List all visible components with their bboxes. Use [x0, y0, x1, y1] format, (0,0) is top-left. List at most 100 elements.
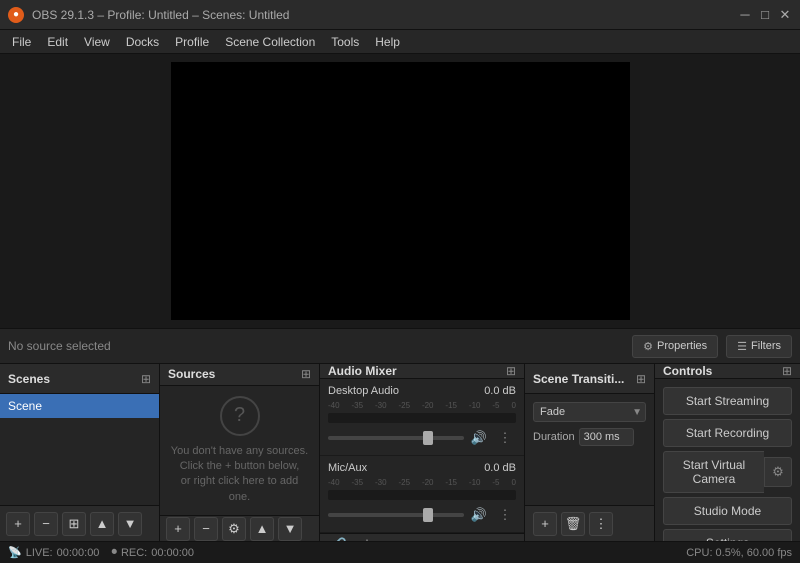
transition-more-button[interactable]: ⋮ — [589, 512, 613, 536]
menu-edit[interactable]: Edit — [39, 33, 76, 51]
transition-add-button[interactable]: + — [533, 512, 557, 536]
menu-bar: File Edit View Docks Profile Scene Colle… — [0, 30, 800, 54]
virtual-camera-row: Start Virtual Camera ⚙ — [663, 451, 792, 493]
virtual-camera-settings-button[interactable]: ⚙ — [764, 457, 792, 487]
mic-aux-mute-button[interactable]: 🔊 — [468, 504, 490, 526]
mic-aux-fader[interactable] — [328, 513, 464, 517]
mic-aux-name: Mic/Aux — [328, 462, 367, 474]
bottom-panels: Scenes ⊞ Scene + − ⊞ ▲ ▼ Sources ⊞ ? You — [0, 364, 800, 541]
obs-icon: ● — [8, 7, 24, 23]
maximize-button[interactable]: □ — [758, 8, 772, 22]
sources-empty-text: You don't have any sources.Click the + b… — [170, 444, 309, 506]
menu-view[interactable]: View — [76, 33, 118, 51]
settings-button[interactable]: Settings — [663, 529, 792, 541]
audio-mixer-expand-button[interactable]: ⊞ — [506, 364, 516, 378]
audio-more-button[interactable]: ⋮ — [356, 534, 378, 541]
rec-label: REC: — [121, 547, 147, 559]
transition-select-wrapper: Fade Cut Move ▼ — [533, 402, 646, 422]
desktop-audio-more-button[interactable]: ⋮ — [494, 427, 516, 449]
audio-mixer-header: Audio Mixer ⊞ — [320, 364, 524, 379]
controls-expand-button[interactable]: ⊞ — [782, 364, 792, 378]
scene-duplicate-button[interactable]: ⊞ — [62, 512, 86, 536]
scene-remove-button[interactable]: − — [34, 512, 58, 536]
title-bar: ● OBS 29.1.3 – Profile: Untitled – Scene… — [0, 0, 800, 30]
desktop-audio-header: Desktop Audio 0.0 dB — [328, 385, 516, 397]
main-layout: No source selected ⚙ Properties ☰ Filter… — [0, 54, 800, 563]
start-recording-button[interactable]: Start Recording — [663, 419, 792, 447]
menu-tools[interactable]: Tools — [323, 33, 367, 51]
controls-title: Controls — [663, 364, 712, 378]
cpu-status: CPU: 0.5%, 60.00 fps — [686, 547, 792, 559]
audio-link-button[interactable]: 🔗 — [328, 534, 350, 541]
desktop-audio-fader-handle[interactable] — [423, 431, 433, 445]
scene-move-down-button[interactable]: ▼ — [118, 512, 142, 536]
transitions-panel: Scene Transiti... ⊞ Fade Cut Move ▼ Dura… — [525, 364, 655, 541]
rec-time: 00:00:00 — [151, 547, 194, 559]
desktop-audio-controls: 🔊 ⋮ — [328, 427, 516, 449]
minimize-button[interactable]: ─ — [738, 8, 752, 22]
start-streaming-button[interactable]: Start Streaming — [663, 387, 792, 415]
mic-aux-more-button[interactable]: ⋮ — [494, 504, 516, 526]
scenes-footer: + − ⊞ ▲ ▼ — [0, 505, 159, 541]
transition-remove-button[interactable]: 🗑 — [561, 512, 585, 536]
studio-mode-button[interactable]: Studio Mode — [663, 497, 792, 525]
source-add-button[interactable]: + — [166, 517, 190, 541]
audio-mixer-panel: Audio Mixer ⊞ Desktop Audio 0.0 dB -40 -… — [320, 364, 525, 541]
menu-scene-collection[interactable]: Scene Collection — [217, 33, 323, 51]
duration-input[interactable] — [579, 428, 634, 446]
menu-help[interactable]: Help — [367, 33, 408, 51]
status-bar: 📡 LIVE: 00:00:00 ⏺ REC: 00:00:00 CPU: 0.… — [0, 541, 800, 563]
mic-aux-header: Mic/Aux 0.0 dB — [328, 462, 516, 474]
mic-aux-fader-handle[interactable] — [423, 508, 433, 522]
transition-select[interactable]: Fade Cut Move — [533, 402, 646, 422]
menu-docks[interactable]: Docks — [118, 33, 167, 51]
scene-move-up-button[interactable]: ▲ — [90, 512, 114, 536]
rec-status: ⏺ REC: 00:00:00 — [111, 546, 194, 559]
desktop-audio-db: 0.0 dB — [484, 385, 516, 397]
start-virtual-camera-button[interactable]: Start Virtual Camera — [663, 451, 764, 493]
transitions-header: Scene Transiti... ⊞ — [525, 364, 654, 394]
cpu-label: CPU: 0.5%, 60.00 fps — [686, 547, 792, 559]
rec-icon: ⏺ — [111, 546, 117, 559]
window-title: OBS 29.1.3 – Profile: Untitled – Scenes:… — [32, 8, 738, 22]
close-button[interactable]: ✕ — [778, 8, 792, 22]
controls-header: Controls ⊞ — [655, 364, 800, 379]
transitions-footer: + 🗑 ⋮ — [525, 505, 654, 541]
desktop-audio-mute-button[interactable]: 🔊 — [468, 427, 490, 449]
source-move-down-button[interactable]: ▼ — [278, 517, 302, 541]
scenes-panel: Scenes ⊞ Scene + − ⊞ ▲ ▼ — [0, 364, 160, 541]
mic-aux-labels: -40 -35 -30 -25 -20 -15 -10 -5 0 — [328, 478, 516, 487]
desktop-audio-meter — [328, 413, 516, 423]
no-source-label: No source selected — [8, 339, 624, 353]
scene-item[interactable]: Scene — [0, 394, 159, 418]
source-move-up-button[interactable]: ▲ — [250, 517, 274, 541]
sources-panel-header: Sources ⊞ — [160, 364, 319, 386]
live-icon: 📡 — [8, 546, 22, 559]
duration-label: Duration — [533, 431, 575, 443]
transitions-expand-button[interactable]: ⊞ — [636, 372, 646, 386]
scenes-panel-title: Scenes — [8, 372, 50, 386]
controls-panel: Controls ⊞ Start Streaming Start Recordi… — [655, 364, 800, 541]
gear-icon: ⚙ — [772, 464, 784, 480]
scenes-list: Scene — [0, 394, 159, 505]
source-remove-button[interactable]: − — [194, 517, 218, 541]
sources-footer: + − ⚙ ▲ ▼ — [160, 515, 319, 541]
desktop-audio-track: Desktop Audio 0.0 dB -40 -35 -30 -25 -20… — [320, 379, 524, 456]
sources-expand-button[interactable]: ⊞ — [301, 367, 311, 381]
scenes-expand-button[interactable]: ⊞ — [141, 372, 151, 386]
menu-file[interactable]: File — [4, 33, 39, 51]
sources-panel: Sources ⊞ ? You don't have any sources.C… — [160, 364, 320, 541]
filters-icon: ☰ — [737, 340, 747, 353]
menu-profile[interactable]: Profile — [167, 33, 217, 51]
filters-button[interactable]: ☰ Filters — [726, 335, 792, 358]
desktop-audio-labels: -40 -35 -30 -25 -20 -15 -10 -5 0 — [328, 401, 516, 410]
sources-empty: ? You don't have any sources.Click the +… — [160, 386, 319, 516]
live-status: 📡 LIVE: 00:00:00 — [8, 546, 99, 559]
live-time: 00:00:00 — [57, 547, 100, 559]
properties-button[interactable]: ⚙ Properties — [632, 335, 718, 358]
source-settings-button[interactable]: ⚙ — [222, 517, 246, 541]
mic-aux-track: Mic/Aux 0.0 dB -40 -35 -30 -25 -20 -15 -… — [320, 456, 524, 533]
desktop-audio-fader[interactable] — [328, 436, 464, 440]
window-controls: ─ □ ✕ — [738, 8, 792, 22]
scene-add-button[interactable]: + — [6, 512, 30, 536]
